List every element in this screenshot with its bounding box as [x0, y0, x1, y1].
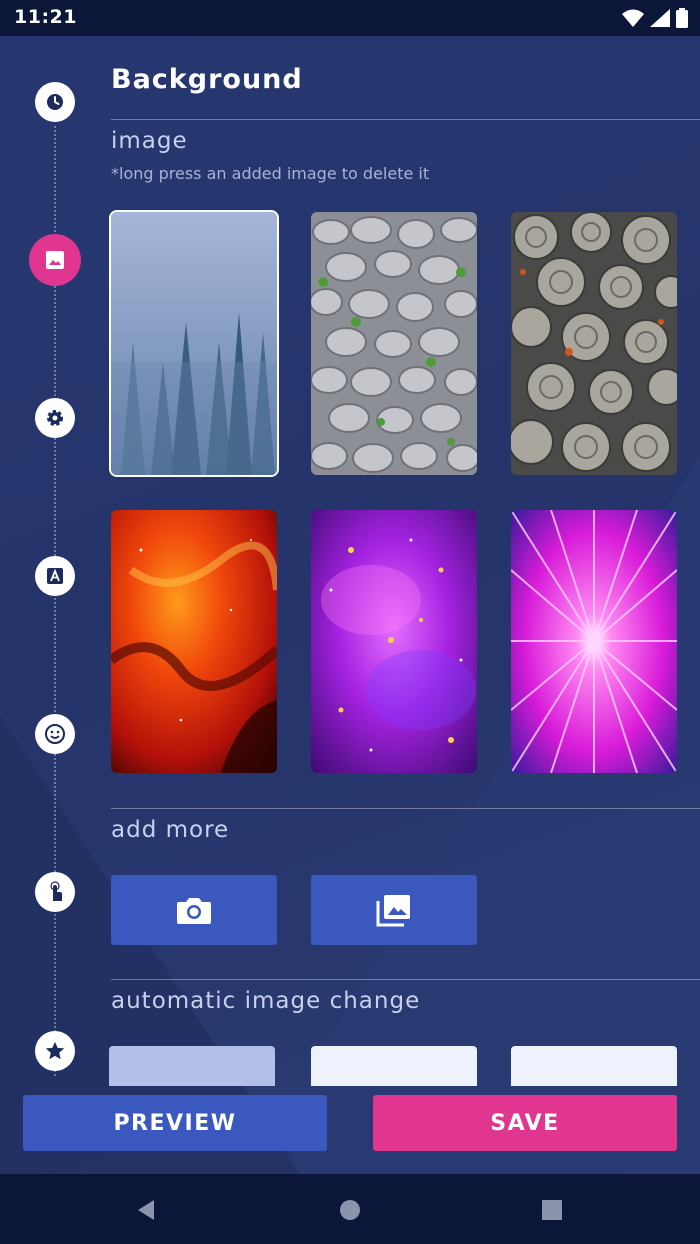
timeline-step-emoji[interactable] [35, 714, 75, 754]
clock-icon [47, 94, 63, 110]
timeline-step-settings[interactable] [35, 398, 75, 438]
auto-change-option[interactable] [511, 1046, 677, 1086]
thumbnail-pink-burst[interactable] [511, 510, 677, 773]
recents-icon[interactable] [541, 1199, 563, 1221]
auto-change-option[interactable] [311, 1046, 477, 1086]
text-icon [47, 568, 63, 584]
navigation-bar [0, 1174, 700, 1244]
timeline-step-clock[interactable] [35, 82, 75, 122]
status-bar: 11:21 [0, 0, 700, 36]
thumbnail-succulents[interactable] [511, 212, 677, 475]
divider [111, 119, 700, 120]
red-nebula-image [111, 510, 277, 773]
status-time: 11:21 [14, 6, 77, 28]
timeline-step-image[interactable] [29, 234, 81, 286]
image-section-label: image [111, 128, 188, 154]
auto-change-label: automatic image change [111, 988, 421, 1014]
home-icon[interactable] [338, 1198, 362, 1222]
camera-icon [177, 898, 211, 924]
wifi-icon [622, 9, 644, 27]
pebbles-image [311, 212, 477, 475]
timeline-step-touch[interactable] [35, 872, 75, 912]
page-title: Background [111, 64, 303, 95]
battery-icon [676, 8, 688, 28]
add-camera-button[interactable] [111, 875, 277, 945]
thumbnail-purple-galaxy[interactable] [311, 510, 477, 773]
thumbnail-red-nebula[interactable] [111, 510, 277, 773]
signal-icon [650, 9, 670, 27]
divider [111, 808, 700, 809]
succulents-image [511, 212, 677, 475]
foggy-forest-image [111, 212, 277, 475]
delete-hint: *long press an added image to delete it [111, 164, 430, 183]
thumbnail-foggy-forest[interactable] [111, 212, 277, 475]
save-button[interactable]: SAVE [373, 1095, 677, 1151]
preview-button[interactable]: PREVIEW [23, 1095, 327, 1151]
touch-icon [50, 881, 62, 901]
divider [111, 979, 700, 980]
add-more-label: add more [111, 817, 230, 843]
auto-change-option[interactable] [109, 1046, 275, 1086]
gallery-icon [376, 895, 410, 927]
pink-burst-image [511, 510, 677, 773]
back-icon[interactable] [134, 1198, 158, 1222]
thumbnail-pebbles[interactable] [311, 212, 477, 475]
timeline-step-text[interactable] [35, 556, 75, 596]
timeline-step-star[interactable] [35, 1031, 75, 1071]
star-icon [45, 1041, 65, 1060]
purple-galaxy-image [311, 510, 477, 773]
image-icon [46, 251, 64, 269]
smiley-icon [45, 724, 65, 744]
add-gallery-button[interactable] [311, 875, 477, 945]
editor-screen: Background image *long press an added im… [0, 36, 700, 1174]
gear-icon [47, 410, 63, 426]
